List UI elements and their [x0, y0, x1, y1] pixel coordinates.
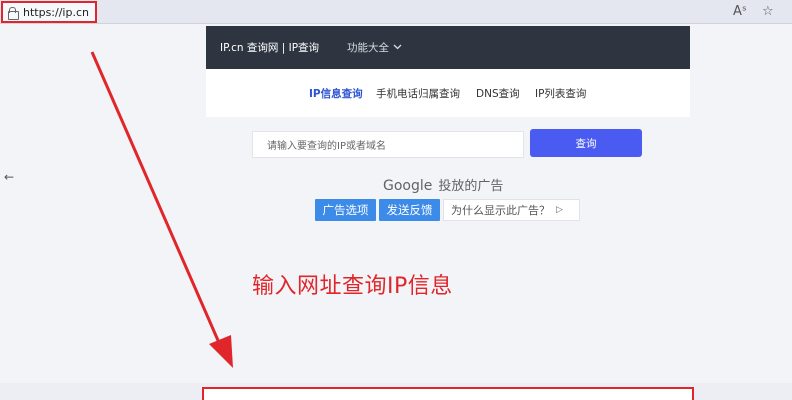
- annotation-arrow: [90, 51, 233, 368]
- annotation-text: 输入网址查询IP信息: [252, 274, 453, 299]
- annotation-arrow-head: [209, 335, 233, 368]
- annotation-arrow-shaft: [90, 51, 222, 346]
